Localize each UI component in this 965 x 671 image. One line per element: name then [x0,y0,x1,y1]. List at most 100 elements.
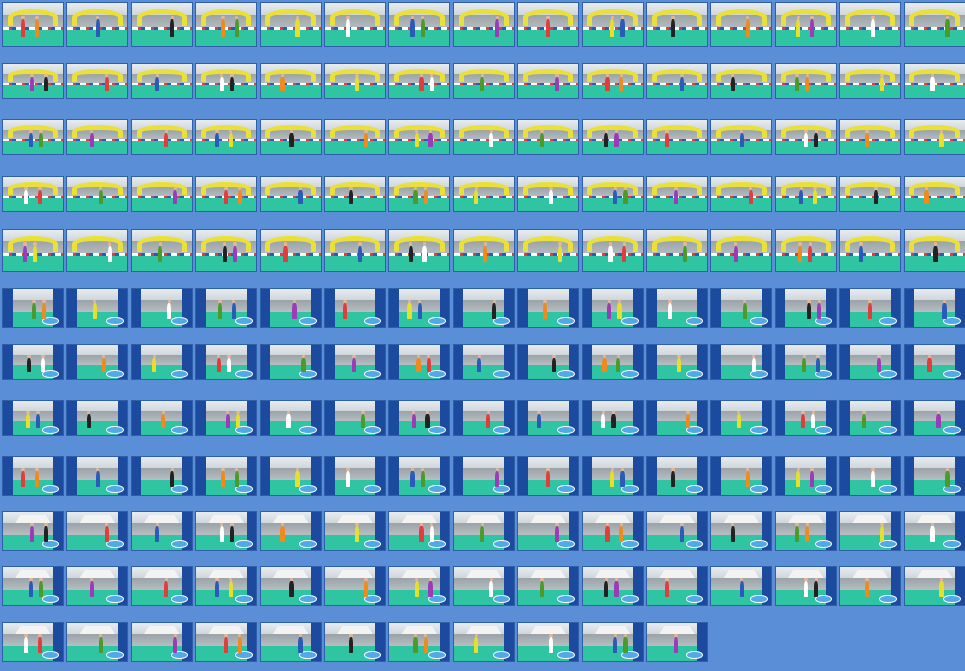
thumbnail-photo[interactable] [2,288,64,328]
thumbnail-photo[interactable] [388,566,451,606]
thumbnail-photo[interactable] [839,288,902,328]
thumbnail-photo[interactable] [903,456,965,496]
thumbnail-photo[interactable] [195,119,258,155]
thumbnail-photo[interactable] [646,119,708,155]
thumbnail-photo[interactable] [581,456,644,496]
thumbnail-photo[interactable] [388,456,451,496]
thumbnail-photo[interactable] [517,344,580,380]
thumbnail-photo[interactable] [710,511,773,551]
thumbnail-photo[interactable] [646,2,708,47]
thumbnail-photo[interactable] [388,622,451,662]
thumbnail-photo[interactable] [259,229,322,272]
thumbnail-photo[interactable] [581,119,644,155]
thumbnail-photo[interactable] [2,344,64,380]
thumbnail-photo[interactable] [66,566,129,606]
thumbnail-photo[interactable] [324,176,386,212]
thumbnail-photo[interactable] [130,229,193,272]
thumbnail-photo[interactable] [452,456,515,496]
thumbnail-photo[interactable] [710,288,773,328]
thumbnail-photo[interactable] [903,400,965,436]
thumbnail-photo[interactable] [774,288,837,328]
thumbnail-photo[interactable] [259,119,322,155]
thumbnail-photo[interactable] [903,63,965,99]
thumbnail-photo[interactable] [903,229,965,272]
thumbnail-photo[interactable] [903,288,965,328]
thumbnail-photo[interactable] [646,229,708,272]
thumbnail-photo[interactable] [710,400,773,436]
thumbnail-photo[interactable] [324,566,386,606]
thumbnail-photo[interactable] [517,566,580,606]
thumbnail-photo[interactable] [646,622,708,662]
thumbnail-photo[interactable] [130,622,193,662]
thumbnail-photo[interactable] [774,456,837,496]
thumbnail-photo[interactable] [517,511,580,551]
thumbnail-photo[interactable] [774,400,837,436]
thumbnail-photo[interactable] [581,63,644,99]
thumbnail-photo[interactable] [774,63,837,99]
thumbnail-photo[interactable] [710,229,773,272]
thumbnail-photo[interactable] [259,344,322,380]
thumbnail-photo[interactable] [581,229,644,272]
thumbnail-photo[interactable] [452,119,515,155]
thumbnail-photo[interactable] [839,63,902,99]
thumbnail-photo[interactable] [646,400,708,436]
thumbnail-photo[interactable] [66,176,129,212]
thumbnail-photo[interactable] [774,566,837,606]
thumbnail-photo[interactable] [130,456,193,496]
thumbnail-photo[interactable] [839,400,902,436]
thumbnail-photo[interactable] [66,456,129,496]
thumbnail-photo[interactable] [517,63,580,99]
thumbnail-photo[interactable] [195,456,258,496]
thumbnail-photo[interactable] [2,511,64,551]
thumbnail-photo[interactable] [130,2,193,47]
thumbnail-photo[interactable] [195,63,258,99]
thumbnail-photo[interactable] [517,288,580,328]
thumbnail-photo[interactable] [452,400,515,436]
thumbnail-photo[interactable] [195,344,258,380]
thumbnail-photo[interactable] [324,2,386,47]
thumbnail-photo[interactable] [324,622,386,662]
thumbnail-photo[interactable] [388,288,451,328]
thumbnail-photo[interactable] [259,566,322,606]
thumbnail-photo[interactable] [581,566,644,606]
thumbnail-photo[interactable] [324,288,386,328]
thumbnail-photo[interactable] [130,63,193,99]
thumbnail-photo[interactable] [774,2,837,47]
thumbnail-photo[interactable] [517,176,580,212]
thumbnail-photo[interactable] [324,229,386,272]
thumbnail-photo[interactable] [581,176,644,212]
thumbnail-photo[interactable] [581,511,644,551]
thumbnail-photo[interactable] [388,63,451,99]
thumbnail-photo[interactable] [452,2,515,47]
thumbnail-photo[interactable] [839,176,902,212]
thumbnail-photo[interactable] [324,344,386,380]
thumbnail-photo[interactable] [388,2,451,47]
thumbnail-photo[interactable] [130,119,193,155]
thumbnail-photo[interactable] [324,456,386,496]
thumbnail-photo[interactable] [195,400,258,436]
thumbnail-photo[interactable] [2,229,64,272]
thumbnail-photo[interactable] [581,344,644,380]
thumbnail-photo[interactable] [452,229,515,272]
thumbnail-photo[interactable] [388,176,451,212]
thumbnail-photo[interactable] [646,566,708,606]
thumbnail-photo[interactable] [839,511,902,551]
thumbnail-photo[interactable] [388,344,451,380]
thumbnail-photo[interactable] [388,511,451,551]
thumbnail-photo[interactable] [710,344,773,380]
thumbnail-photo[interactable] [324,63,386,99]
thumbnail-photo[interactable] [195,566,258,606]
thumbnail-photo[interactable] [903,119,965,155]
thumbnail-photo[interactable] [66,344,129,380]
thumbnail-photo[interactable] [452,63,515,99]
thumbnail-photo[interactable] [324,511,386,551]
thumbnail-photo[interactable] [388,119,451,155]
thumbnail-photo[interactable] [259,176,322,212]
thumbnail-photo[interactable] [195,176,258,212]
thumbnail-photo[interactable] [839,566,902,606]
thumbnail-photo[interactable] [259,400,322,436]
thumbnail-photo[interactable] [774,511,837,551]
thumbnail-photo[interactable] [130,288,193,328]
thumbnail-photo[interactable] [517,400,580,436]
thumbnail-photo[interactable] [710,119,773,155]
